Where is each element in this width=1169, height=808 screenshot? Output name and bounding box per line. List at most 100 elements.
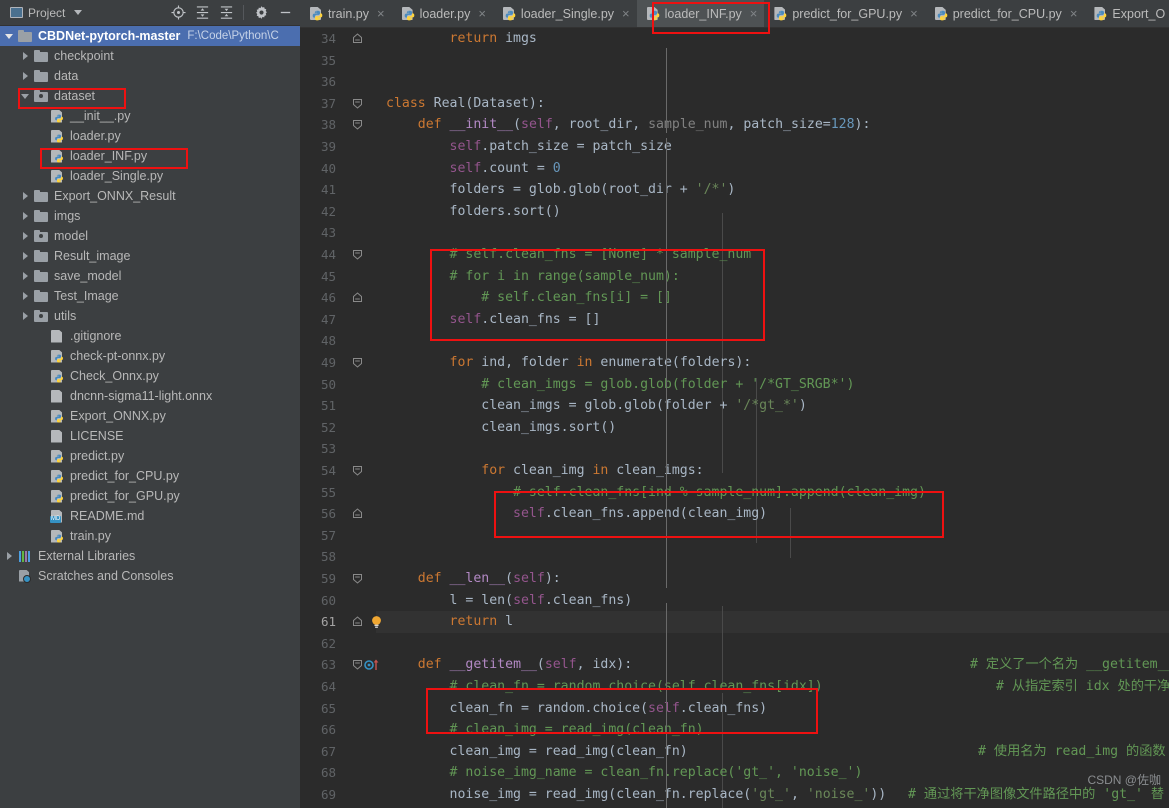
- tab-loader-inf-py[interactable]: loader_INF.py ×: [636, 0, 765, 27]
- chevron-down-icon[interactable]: [74, 10, 83, 15]
- code-line[interactable]: 58: [300, 546, 1169, 568]
- close-icon[interactable]: ×: [377, 7, 385, 20]
- gutter-markers[interactable]: [336, 762, 386, 784]
- tree-row-readme-md[interactable]: MD README.md: [0, 506, 300, 526]
- gutter-markers[interactable]: [336, 741, 386, 763]
- project-tree[interactable]: CBDNet-pytorch-master F:\Code\Python\C c…: [0, 26, 300, 808]
- close-icon[interactable]: ×: [478, 7, 486, 20]
- gutter-markers[interactable]: [336, 352, 386, 374]
- tree-row-dataset[interactable]: dataset: [0, 86, 300, 106]
- chevron-right-icon[interactable]: [20, 291, 31, 302]
- code-line[interactable]: 36: [300, 71, 1169, 93]
- tree-row-external-libraries[interactable]: External Libraries: [0, 546, 300, 566]
- chevron-right-icon[interactable]: [20, 71, 31, 82]
- code-line[interactable]: 40 self.count = 0: [300, 158, 1169, 180]
- code-line[interactable]: 43: [300, 222, 1169, 244]
- close-icon[interactable]: ×: [1070, 7, 1078, 20]
- code-line[interactable]: 46 # self.clean_fns[i] = []: [300, 287, 1169, 309]
- gutter-markers[interactable]: [336, 676, 386, 698]
- gutter-markers[interactable]: [336, 179, 386, 201]
- code-line[interactable]: 50 # clean_imgs = glob.glob(folder + '/*…: [300, 374, 1169, 396]
- code-line[interactable]: 34 return imgs: [300, 28, 1169, 50]
- code-line[interactable]: 68 # noise_img_name = clean_fn.replace('…: [300, 762, 1169, 784]
- gutter-markers[interactable]: [336, 201, 386, 223]
- close-icon[interactable]: ×: [622, 7, 630, 20]
- tree-row-root[interactable]: CBDNet-pytorch-master F:\Code\Python\C: [0, 26, 300, 46]
- hide-panel-icon[interactable]: [274, 2, 296, 24]
- tab-loader-py[interactable]: loader.py ×: [392, 0, 493, 27]
- code-line[interactable]: 49 for ind, folder in enumerate(folders)…: [300, 352, 1169, 374]
- gutter-markers[interactable]: [336, 503, 386, 525]
- chevron-right-icon[interactable]: [4, 551, 15, 562]
- tree-row-export-onnx-result[interactable]: Export_ONNX_Result: [0, 186, 300, 206]
- fold-collapse-icon[interactable]: [352, 659, 363, 671]
- code-line[interactable]: 57: [300, 525, 1169, 547]
- tree-row-save-model[interactable]: save_model: [0, 266, 300, 286]
- gutter-markers[interactable]: [336, 546, 386, 568]
- gutter-markers[interactable]: [336, 568, 386, 590]
- code-line[interactable]: 59 def __len__(self):: [300, 568, 1169, 590]
- gutter-markers[interactable]: [336, 395, 386, 417]
- code-viewport[interactable]: 34 return imgs 35 36 37 class Real(Dataset):…: [300, 28, 1169, 808]
- tree-row-check-onnx-py[interactable]: Check_Onnx.py: [0, 366, 300, 386]
- fold-end-icon[interactable]: [352, 508, 363, 519]
- tree-row-checkpoint[interactable]: checkpoint: [0, 46, 300, 66]
- gutter-markers[interactable]: [336, 287, 386, 309]
- intention-bulb-icon[interactable]: [370, 615, 383, 629]
- gutter-markers[interactable]: [336, 784, 386, 806]
- tree-row-utils[interactable]: utils: [0, 306, 300, 326]
- chevron-right-icon[interactable]: [20, 251, 31, 262]
- chevron-right-icon[interactable]: [20, 311, 31, 322]
- code-line[interactable]: 42 folders.sort(): [300, 201, 1169, 223]
- code-line[interactable]: 54 for clean_img in clean_imgs:: [300, 460, 1169, 482]
- fold-collapse-icon[interactable]: [352, 119, 363, 131]
- editor-tab-bar[interactable]: train.py × loader.py × loader_Single.py × load…: [300, 0, 1169, 28]
- tree-row-train-py[interactable]: train.py: [0, 526, 300, 546]
- gutter-markers[interactable]: [336, 611, 386, 633]
- gutter-markers[interactable]: [336, 244, 386, 266]
- chevron-right-icon[interactable]: [20, 51, 31, 62]
- tree-row-gitignore[interactable]: .gitignore: [0, 326, 300, 346]
- gutter-markers[interactable]: [336, 266, 386, 288]
- gutter-markers[interactable]: [336, 633, 386, 655]
- chevron-right-icon[interactable]: [20, 231, 31, 242]
- gutter-markers[interactable]: [336, 438, 386, 460]
- fold-collapse-icon[interactable]: [352, 98, 363, 109]
- chevron-down-icon[interactable]: [4, 31, 15, 42]
- gutter-markers[interactable]: [336, 590, 386, 612]
- code-line[interactable]: 51 clean_imgs = glob.glob(folder + '/*gt…: [300, 395, 1169, 417]
- gutter-markers[interactable]: [336, 654, 386, 676]
- locate-icon[interactable]: [167, 2, 189, 24]
- tab-export-o[interactable]: Export_O: [1084, 0, 1169, 27]
- chevron-right-icon[interactable]: [20, 271, 31, 282]
- code-line[interactable]: 38 def __init__(self, root_dir, sample_n…: [300, 114, 1169, 136]
- code-line[interactable]: 55 # self.clean_fns[ind % sample_num].ap…: [300, 482, 1169, 504]
- fold-collapse-icon[interactable]: [352, 357, 363, 368]
- code-line[interactable]: 35: [300, 50, 1169, 72]
- code-line[interactable]: 52 clean_imgs.sort(): [300, 417, 1169, 439]
- fold-collapse-icon[interactable]: [352, 573, 363, 584]
- tree-row-test-image[interactable]: Test_Image: [0, 286, 300, 306]
- gutter-markers[interactable]: [336, 158, 386, 180]
- code-line[interactable]: 60 l = len(self.clean_fns): [300, 590, 1169, 612]
- tree-row-scratches-and-consoles[interactable]: Scratches and Consoles: [0, 566, 300, 586]
- tab-train-py[interactable]: train.py ×: [300, 0, 392, 27]
- fold-end-icon[interactable]: [352, 292, 363, 303]
- tree-row-dncnn-sigma11-light-onnx[interactable]: dncnn-sigma11-light.onnx: [0, 386, 300, 406]
- code-line[interactable]: 47 self.clean_fns = []: [300, 309, 1169, 331]
- code-line[interactable]: 45 # for i in range(sample_num):: [300, 266, 1169, 288]
- fold-end-icon[interactable]: [352, 616, 363, 627]
- gear-icon[interactable]: [250, 2, 272, 24]
- code-line[interactable]: 65 clean_fn = random.choice(self.clean_f…: [300, 698, 1169, 720]
- tree-row-license[interactable]: LICENSE: [0, 426, 300, 446]
- tree-row-imgs[interactable]: imgs: [0, 206, 300, 226]
- code-line[interactable]: 41 folders = glob.glob(root_dir + '/*'): [300, 179, 1169, 201]
- tree-row-predict-for-cpu-py[interactable]: predict_for_CPU.py: [0, 466, 300, 486]
- fold-end-icon[interactable]: [352, 33, 363, 44]
- chevron-right-icon[interactable]: [20, 191, 31, 202]
- code-line[interactable]: 66 # clean_img = read_img(clean_fn): [300, 719, 1169, 741]
- tree-row-predict-for-gpu-py[interactable]: predict_for_GPU.py: [0, 486, 300, 506]
- tree-row-result-image[interactable]: Result_image: [0, 246, 300, 266]
- tree-row-data[interactable]: data: [0, 66, 300, 86]
- gutter-markers[interactable]: [336, 330, 386, 352]
